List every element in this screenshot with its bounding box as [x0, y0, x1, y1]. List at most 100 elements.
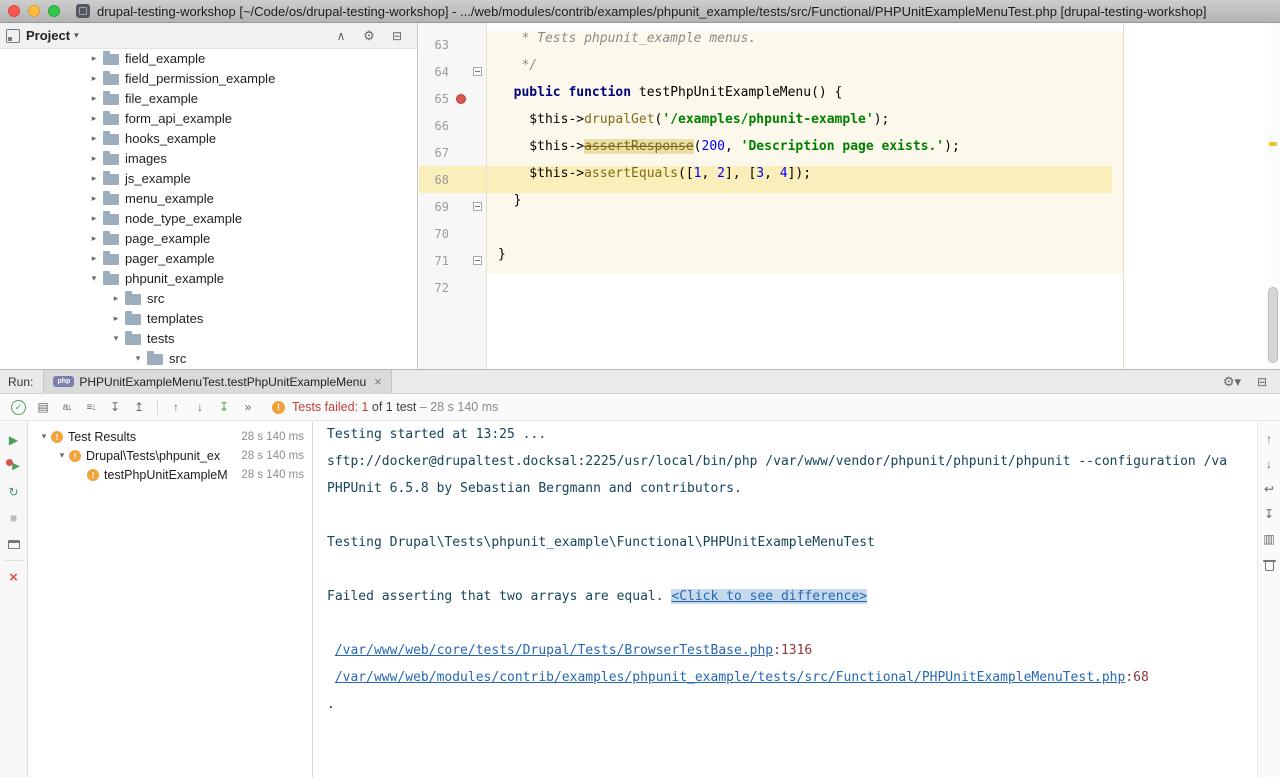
test-tree-row[interactable]: !testPhpUnitExampleM28 s 140 ms	[29, 465, 312, 484]
more-actions-chevron[interactable]: »	[236, 397, 260, 417]
close-window-button[interactable]	[8, 5, 20, 17]
chevron-right-icon[interactable]: ▸	[110, 313, 122, 324]
chevron-down-icon[interactable]: ▾	[37, 431, 51, 442]
settings-gear-icon[interactable]: ⚙▾	[1220, 372, 1244, 392]
test-failed-gutter-icon[interactable]	[456, 94, 466, 104]
code-editor[interactable]: 63646566676869707172 * Tests phpunit_exa…	[419, 23, 1280, 369]
scroll-to-end-button[interactable]: ↧	[1260, 505, 1278, 523]
project-item-src[interactable]: ▾src	[0, 348, 417, 368]
scrollbar-thumb[interactable]	[1268, 287, 1278, 363]
code-line-69[interactable]: }	[487, 193, 1266, 220]
code-line-68[interactable]: $this->assertEquals([1, 2], [3, 4]);	[487, 166, 1112, 193]
project-item-page_example[interactable]: ▸page_example	[0, 228, 417, 248]
fold-marker-icon[interactable]	[473, 67, 482, 76]
project-item-file_example[interactable]: ▸file_example	[0, 88, 417, 108]
console-output[interactable]: Testing started at 13:25 ...sftp://docke…	[314, 422, 1257, 777]
project-item-field_permission_example[interactable]: ▸field_permission_example	[0, 68, 417, 88]
chevron-down-icon[interactable]: ▾	[110, 333, 122, 344]
chevron-right-icon[interactable]: ▸	[88, 73, 100, 84]
test-tree-row[interactable]: ▾!Drupal\Tests\phpunit_ex28 s 140 ms	[29, 446, 312, 465]
chevron-right-icon[interactable]: ▸	[88, 193, 100, 204]
close-tab-icon[interactable]: ×	[374, 374, 382, 389]
hide-panel-button[interactable]: ⊟	[385, 26, 409, 46]
rerun-button[interactable]: ▶	[3, 430, 25, 450]
gutter-row-70[interactable]: 70	[419, 220, 486, 247]
code-line-66[interactable]: $this->drupalGet('/examples/phpunit-exam…	[487, 112, 1266, 139]
sort-by-duration-toggle[interactable]: ≡↓	[79, 397, 103, 417]
previous-failed-test-button[interactable]: ↑	[164, 397, 188, 417]
project-item-field_example[interactable]: ▸field_example	[0, 48, 417, 68]
expand-all-button[interactable]: ↧	[103, 397, 127, 417]
project-item-form_api_example[interactable]: ▸form_api_example	[0, 108, 417, 128]
code-line-72[interactable]	[487, 274, 1266, 301]
console-link[interactable]: /var/www/web/core/tests/Drupal/Tests/Bro…	[335, 643, 773, 658]
gutter-row-67[interactable]: 67	[419, 139, 486, 166]
code-line-67[interactable]: $this->assertResponse(200, 'Description …	[487, 139, 1266, 166]
project-item-pager_example[interactable]: ▸pager_example	[0, 248, 417, 268]
rerun-failed-tests-button[interactable]: ▶	[3, 456, 25, 476]
chevron-right-icon[interactable]: ▸	[88, 213, 100, 224]
warning-stripe-mark[interactable]	[1269, 142, 1277, 146]
down-stack-trace-button[interactable]: ↓	[1260, 455, 1278, 473]
settings-gear-icon[interactable]: ⚙	[357, 26, 381, 46]
chevron-right-icon[interactable]: ▸	[88, 253, 100, 264]
code-area[interactable]: * Tests phpunit_example menus. */ public…	[487, 23, 1266, 369]
chevron-down-icon[interactable]: ▾	[55, 450, 69, 461]
console-link[interactable]: <Click to see difference>	[671, 589, 867, 604]
zoom-window-button[interactable]	[48, 5, 60, 17]
project-item-src[interactable]: ▸src	[0, 288, 417, 308]
up-stack-trace-button[interactable]: ↑	[1260, 430, 1278, 448]
print-button[interactable]: ▥	[1260, 530, 1278, 548]
gutter-row-71[interactable]: 71	[419, 247, 486, 274]
chevron-right-icon[interactable]: ▸	[110, 293, 122, 304]
clear-all-button[interactable]	[1260, 555, 1278, 573]
next-failed-test-button[interactable]: ↓	[188, 397, 212, 417]
gutter-row-64[interactable]: 64	[419, 58, 486, 85]
collapse-all-button[interactable]: ∧	[329, 26, 353, 46]
gutter-row-68[interactable]: 68	[419, 166, 486, 193]
code-line-65[interactable]: public function testPhpUnitExampleMenu()…	[487, 85, 1266, 112]
project-item-menu_example[interactable]: ▸menu_example	[0, 188, 417, 208]
show-passed-toggle[interactable]: ✓	[11, 400, 26, 415]
chevron-right-icon[interactable]: ▸	[88, 233, 100, 244]
gutter-row-65[interactable]: 65	[419, 85, 486, 112]
restore-layout-button[interactable]	[3, 534, 25, 554]
code-line-71[interactable]: }	[487, 247, 1266, 274]
project-item-node_type_example[interactable]: ▸node_type_example	[0, 208, 417, 228]
import-test-results-button[interactable]: ↧	[212, 397, 236, 417]
gutter-row-72[interactable]: 72	[419, 274, 486, 301]
toggle-auto-test-button[interactable]: ↻	[3, 482, 25, 502]
editor-scrollbar[interactable]	[1266, 23, 1280, 369]
gutter-row-66[interactable]: 66	[419, 112, 486, 139]
project-item-phpunit_example[interactable]: ▾phpunit_example	[0, 268, 417, 288]
code-line-63[interactable]: * Tests phpunit_example menus.	[487, 31, 1266, 58]
gutter-row-69[interactable]: 69	[419, 193, 486, 220]
minimize-window-button[interactable]	[28, 5, 40, 17]
chevron-right-icon[interactable]: ▸	[88, 173, 100, 184]
project-item-templates[interactable]: ▸templates	[0, 308, 417, 328]
soft-wrap-toggle[interactable]: ↩	[1260, 480, 1278, 498]
console-link[interactable]: /var/www/web/modules/contrib/examples/ph…	[335, 670, 1126, 685]
project-item-tests[interactable]: ▾tests	[0, 328, 417, 348]
code-line-64[interactable]: */	[487, 58, 1266, 85]
chevron-down-icon[interactable]: ▾	[132, 353, 144, 364]
project-item-hooks_example[interactable]: ▸hooks_example	[0, 128, 417, 148]
chevron-right-icon[interactable]: ▸	[88, 133, 100, 144]
collapse-all-button[interactable]: ↥	[127, 397, 151, 417]
chevron-down-icon[interactable]: ▾	[88, 273, 100, 284]
gutter-row-63[interactable]: 63	[419, 31, 486, 58]
test-tree-row[interactable]: ▾!Test Results28 s 140 ms	[29, 427, 312, 446]
chevron-right-icon[interactable]: ▸	[88, 153, 100, 164]
project-item-images[interactable]: ▸images	[0, 148, 417, 168]
sort-alphabetically-toggle[interactable]: a↓	[55, 397, 79, 417]
fold-marker-icon[interactable]	[473, 256, 482, 265]
chevron-right-icon[interactable]: ▸	[88, 113, 100, 124]
code-lines[interactable]: * Tests phpunit_example menus. */ public…	[487, 31, 1266, 301]
titlebar[interactable]: drupal-testing-workshop [~/Code/os/drupa…	[0, 0, 1280, 23]
project-item-js_example[interactable]: ▸js_example	[0, 168, 417, 188]
chevron-right-icon[interactable]: ▸	[88, 53, 100, 64]
fold-marker-icon[interactable]	[473, 202, 482, 211]
chevron-down-icon[interactable]: ▾	[74, 30, 79, 41]
hide-window-button[interactable]: ⊟	[1250, 372, 1274, 392]
stop-button[interactable]: ■	[3, 508, 25, 528]
